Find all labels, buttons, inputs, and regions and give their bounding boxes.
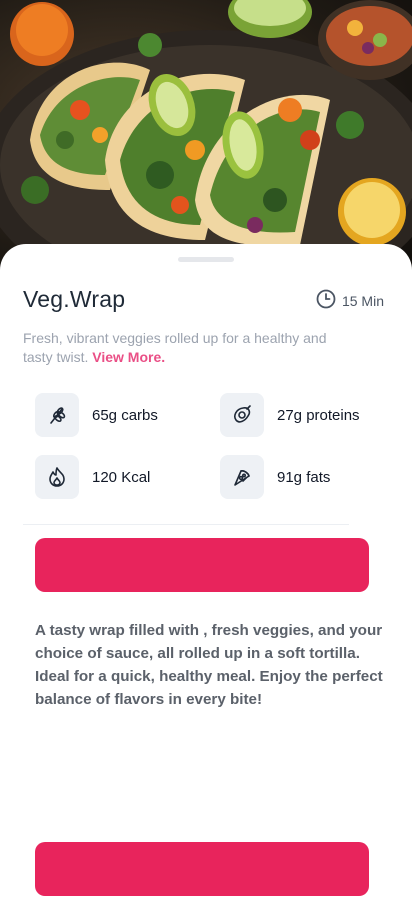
pizza-slice-icon: [220, 455, 264, 499]
cook-time-label: 15 Min: [341, 292, 384, 309]
stat-fats: 91g fats: [220, 455, 330, 499]
clock-icon: [316, 289, 336, 312]
short-description-text: Fresh, vibrant veggies rolled up for a h…: [23, 330, 327, 365]
stat-proteins: 27g proteins: [220, 393, 360, 437]
short-description: Fresh, vibrant veggies rolled up for a h…: [23, 329, 333, 367]
long-description: A tasty wrap filled with , fresh veggies…: [35, 622, 383, 708]
stat-carbs: 65g carbs: [35, 393, 158, 437]
recipe-detail-sheet: Veg.Wrap 15 Min Fresh, vibrant veggies r…: [0, 244, 412, 922]
wheat-icon: [35, 393, 79, 437]
view-more-link[interactable]: View More.: [92, 349, 165, 365]
avocado-icon: [220, 393, 264, 437]
stat-kcal: 120 Kcal: [35, 455, 150, 499]
recipe-title: Veg.Wrap: [23, 286, 126, 312]
primary-action-button[interactable]: [35, 538, 369, 592]
divider: [23, 524, 349, 525]
bottom-action-button[interactable]: [35, 842, 369, 896]
flame-icon: [35, 455, 79, 499]
stat-kcal-label: 120 Kcal: [92, 468, 151, 486]
stat-carbs-label: 65g carbs: [92, 406, 158, 424]
stat-fats-label: 91g fats: [277, 468, 331, 486]
cook-time: 15 Min: [316, 289, 384, 312]
drag-handle[interactable]: [178, 257, 234, 262]
stat-proteins-label: 27g proteins: [277, 406, 360, 424]
